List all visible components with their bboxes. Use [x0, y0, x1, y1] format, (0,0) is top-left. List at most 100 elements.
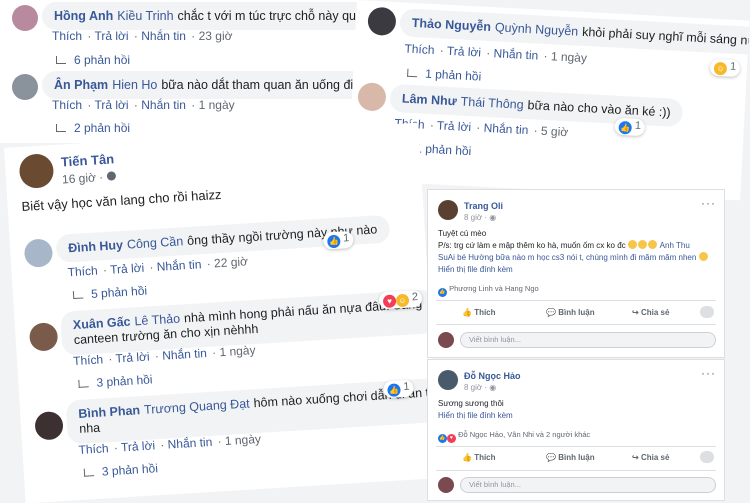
avatar[interactable] — [12, 5, 38, 31]
comment-input[interactable]: Viết bình luận... — [460, 332, 716, 348]
show-attachment-link[interactable]: Hiển thị file đính kèm — [438, 410, 718, 422]
replies-count[interactable]: 5 phản hồi — [91, 284, 148, 301]
author-avatar[interactable] — [18, 153, 55, 190]
comment-button[interactable]: 💬 Bình luận — [546, 453, 595, 462]
like-link[interactable]: Thích — [404, 42, 435, 58]
comment-time[interactable]: 1 ngày — [551, 49, 588, 65]
replies-count[interactable]: 3 phản hồi — [102, 461, 159, 478]
replies-count[interactable]: 6 phản hồi — [74, 53, 130, 67]
replies-count[interactable]: 3 phản hồi — [96, 372, 153, 389]
share-button[interactable]: ↪ Chia sẻ — [632, 308, 669, 317]
post-time[interactable]: 8 giờ · ◉ — [464, 213, 496, 222]
view-replies[interactable]: 2 phản hồi — [56, 121, 130, 135]
message-link[interactable]: Nhắn tin — [167, 435, 212, 452]
tagged-user[interactable]: Thái Thông — [460, 95, 524, 112]
reply-link[interactable]: Trả lời — [447, 44, 482, 60]
reply-link[interactable]: Trả lời — [94, 29, 128, 43]
like-button[interactable]: 👍 Thích — [462, 308, 496, 317]
view-replies[interactable]: 5 phản hồi — [72, 284, 148, 302]
comment-time[interactable]: 1 ngày — [224, 432, 261, 448]
commenter-name[interactable]: Đình Huy — [68, 238, 124, 255]
view-replies[interactable]: 3 phản hồi — [78, 372, 153, 390]
comment-button[interactable]: 💬 Bình luận — [546, 308, 595, 317]
reply-arrow-icon — [56, 56, 66, 64]
tagged-user[interactable]: Trương Quang Đạt — [144, 396, 250, 416]
comment-actions: Thích · Trả lời · Nhắn tin · 1 ngày — [404, 41, 588, 66]
tagged-user[interactable]: Lê Thảo — [134, 312, 180, 329]
message-link[interactable]: Nhắn tin — [162, 346, 207, 363]
post-author[interactable]: Trang Oli — [464, 201, 503, 211]
comment-input[interactable]: Viết bình luận... — [460, 477, 716, 493]
avatar[interactable] — [34, 410, 64, 441]
reaction-summary[interactable]: 👍 ♥ Đỗ Ngọc Hảo, Vân Nhi và 2 người khác — [438, 430, 590, 443]
post-author[interactable]: Tiến Tân — [61, 151, 115, 169]
mention-link[interactable]: Anh Thu — [660, 241, 690, 250]
reaction-summary[interactable]: ♥ ☺ 2 — [378, 289, 423, 310]
reply-link[interactable]: Trả lời — [94, 98, 128, 112]
message-link[interactable]: Nhắn tin — [493, 46, 538, 62]
post-time[interactable]: 16 giờ · — [62, 169, 116, 187]
reaction-summary[interactable]: ☺ 1 — [709, 58, 741, 78]
reply-link[interactable]: Trả lời — [115, 350, 150, 366]
audience-icon[interactable] — [700, 306, 714, 318]
reply-link[interactable]: Trả lời — [437, 118, 472, 134]
comment-time[interactable]: 1 ngày — [199, 98, 235, 112]
reply-link[interactable]: Trả lời — [110, 261, 145, 277]
like-icon: 👍 — [618, 120, 633, 135]
like-link[interactable]: Thích — [73, 352, 104, 368]
post-line: Tuyệt cú mèo — [438, 229, 487, 238]
like-button[interactable]: 👍 Thích — [462, 453, 496, 462]
tagged-user[interactable]: Công Cần — [127, 234, 184, 251]
message-link[interactable]: Nhắn tin — [141, 98, 186, 112]
post-time[interactable]: 8 giờ · ◉ — [464, 383, 496, 392]
like-link[interactable]: Thích — [52, 29, 82, 43]
author-avatar[interactable] — [438, 200, 458, 220]
comment-time[interactable]: 23 giờ — [199, 29, 233, 43]
message-link[interactable]: Nhắn tin — [156, 257, 201, 274]
share-button[interactable]: ↪ Chia sẻ — [632, 453, 669, 462]
avatar[interactable] — [367, 6, 397, 37]
commenter-name[interactable]: Ân Phạm — [54, 78, 108, 92]
like-link[interactable]: Thích — [52, 98, 82, 112]
view-replies[interactable]: 3 phản hồi — [83, 461, 159, 479]
reaction-summary[interactable]: 👍 Phương Linh và Hang Ngo — [438, 284, 539, 297]
avatar[interactable] — [23, 238, 54, 268]
commenter-name[interactable]: Lâm Như — [402, 91, 458, 108]
comment-text-line2: nha — [78, 420, 101, 436]
like-link[interactable]: Thích — [67, 264, 98, 280]
reaction-summary[interactable]: 👍 1 — [322, 230, 354, 250]
reply-arrow-icon — [407, 68, 418, 78]
like-link[interactable]: Thích — [78, 441, 109, 457]
commenter-name[interactable]: Bình Phan — [78, 403, 141, 421]
more-options-icon[interactable]: ··· — [701, 366, 716, 380]
comment-time[interactable]: 1 ngày — [219, 343, 256, 359]
reply-arrow-icon — [72, 290, 84, 300]
comment-time[interactable]: 5 giờ — [541, 124, 569, 139]
avatar[interactable] — [357, 82, 387, 112]
show-attachment-link[interactable]: Hiển thị file đính kèm — [438, 264, 718, 276]
author-avatar[interactable] — [438, 370, 458, 390]
commenter-name[interactable]: Thảo Nguyễn — [412, 16, 492, 34]
avatar[interactable] — [12, 74, 38, 100]
tagged-user[interactable]: Hien Ho — [112, 78, 157, 92]
view-replies[interactable]: 6 phản hồi — [56, 53, 130, 67]
reaction-summary[interactable]: 👍 1 — [614, 117, 646, 137]
replies-count[interactable]: 2 phản hồi — [74, 121, 130, 135]
audience-icon[interactable] — [700, 451, 714, 463]
message-link[interactable]: Nhắn tin — [141, 29, 186, 43]
reply-arrow-icon — [78, 379, 89, 388]
avatar[interactable] — [28, 322, 59, 352]
view-replies[interactable]: 1 phản hồi — [407, 66, 482, 84]
comment-text: khỏi phải suy nghĩ mỗi sáng nữa :) — [581, 24, 750, 49]
comment-time[interactable]: 22 giờ — [214, 254, 249, 270]
commenter-name[interactable]: Hồng Anh — [54, 9, 113, 23]
replies-count[interactable]: 1 phản hồi — [415, 141, 472, 158]
reaction-summary[interactable]: 👍 1 — [382, 379, 415, 399]
post-author[interactable]: Đỗ Ngọc Hảo — [464, 371, 521, 381]
more-options-icon[interactable]: ··· — [701, 196, 716, 210]
reply-link[interactable]: Trả lời — [121, 438, 156, 454]
message-link[interactable]: Nhắn tin — [483, 121, 528, 137]
tagged-user[interactable]: Kiều Trinh — [117, 9, 173, 23]
tagged-user[interactable]: Quỳnh Nguyễn — [495, 20, 579, 38]
replies-count[interactable]: 1 phản hồi — [425, 67, 482, 84]
